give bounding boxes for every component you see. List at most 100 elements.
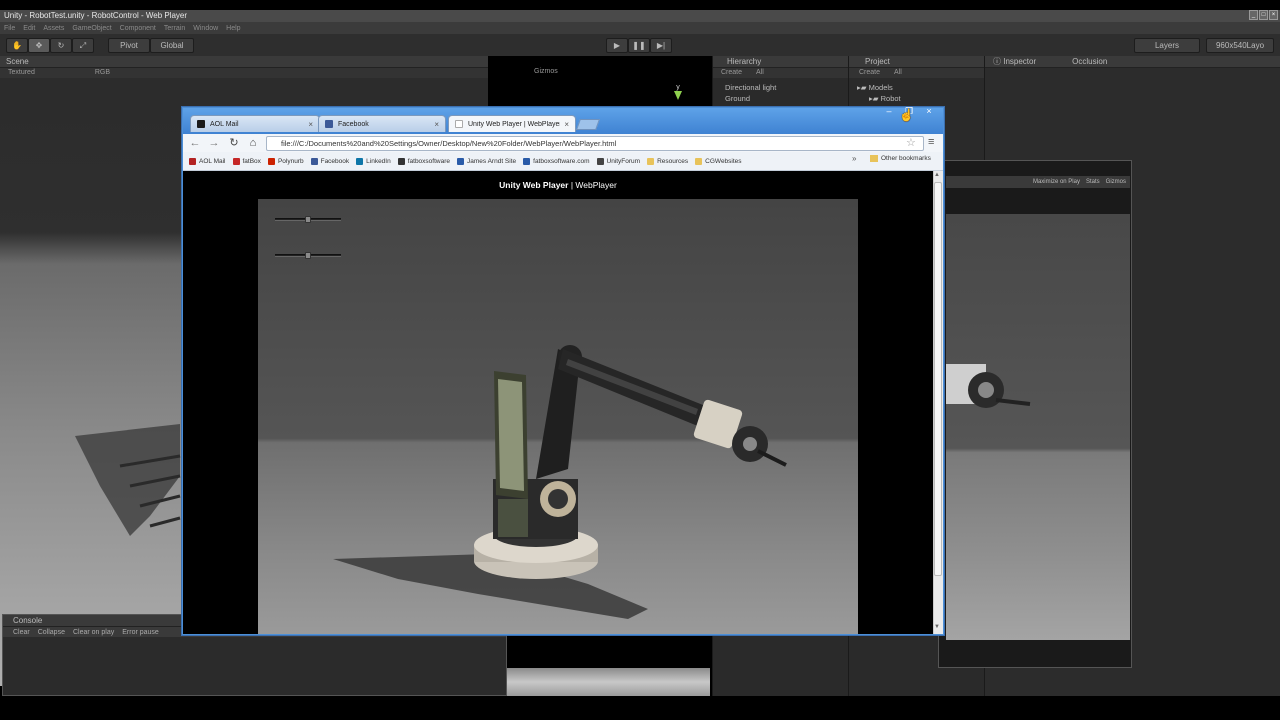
slider-thumb-2[interactable] <box>305 252 311 259</box>
rotate-tool-button[interactable]: ↻ <box>50 38 72 53</box>
folder-icon <box>870 155 878 162</box>
game-gizmos-toggle[interactable]: Gizmos <box>1106 179 1126 185</box>
bookmark-fatboxsoftware[interactable]: fatboxsoftware <box>397 157 450 165</box>
bookmark-facebook[interactable]: Facebook <box>310 157 350 165</box>
bookmark-star-icon[interactable]: ☆ <box>906 136 916 149</box>
bookmark-label: AOL Mail <box>199 157 226 165</box>
global-toggle[interactable]: Global <box>150 38 194 53</box>
menu-file[interactable]: File <box>4 25 15 32</box>
scale-tool-button[interactable]: ⤢ <box>72 38 94 53</box>
mouse-cursor-icon: ☝ <box>899 108 914 122</box>
project-create-button[interactable]: Create <box>859 68 880 78</box>
layers-dropdown[interactable]: Layers <box>1134 38 1200 53</box>
axis-gizmo-label: y <box>676 84 680 91</box>
menu-terrain[interactable]: Terrain <box>164 25 185 32</box>
stats-toggle[interactable]: Stats <box>1086 179 1100 185</box>
project-item-label: Models <box>868 83 893 92</box>
console-clear-on-play-button[interactable]: Clear on play <box>73 629 114 636</box>
console-collapse-button[interactable]: Collapse <box>38 629 65 636</box>
pivot-toggle[interactable]: Pivot <box>108 38 150 53</box>
bookmark-james-arndt[interactable]: James Arndt Site <box>457 157 516 165</box>
bookmark-fatboxsoftware-com[interactable]: fatboxsoftware.com <box>523 157 590 165</box>
scrollbar-thumb[interactable] <box>934 182 942 576</box>
other-bookmarks-folder[interactable]: Other bookmarks <box>870 155 931 162</box>
hierarchy-item[interactable]: Ground <box>725 93 848 104</box>
project-folder-robot[interactable]: ▸▰ Robot <box>857 93 984 104</box>
move-tool-button[interactable]: ✥ <box>28 38 50 53</box>
facebook-favicon-icon <box>325 120 333 128</box>
axis-gizmo[interactable]: y <box>672 84 684 104</box>
close-icon[interactable]: × <box>564 120 569 129</box>
hierarchy-search[interactable]: All <box>756 68 764 78</box>
console-clear-button[interactable]: Clear <box>13 629 30 636</box>
slider-thumb-1[interactable] <box>305 216 311 223</box>
hand-tool-button[interactable]: ✋ <box>6 38 28 53</box>
address-bar[interactable]: file:///C:/Documents%20and%20Settings/Ow… <box>266 136 924 151</box>
inspector-tabs: ⓘ Inspector Occlusion <box>985 56 1280 68</box>
bookmark-label: fatboxsoftware.com <box>533 157 590 165</box>
tab-inspector[interactable]: ⓘ Inspector <box>993 56 1036 67</box>
project-tab[interactable]: Project <box>849 56 984 68</box>
close-icon[interactable]: × <box>920 106 938 118</box>
new-tab-button[interactable] <box>575 119 601 130</box>
step-button[interactable]: ▶| <box>650 38 672 53</box>
pause-button[interactable]: ❚❚ <box>628 38 650 53</box>
play-button[interactable]: ▶ <box>606 38 628 53</box>
bookmark-label: fatboxsoftware <box>407 157 450 165</box>
bookmark-unityforum[interactable]: UnityForum <box>596 157 640 165</box>
minimize-icon[interactable]: _ <box>1249 10 1258 20</box>
home-button[interactable]: ⌂ <box>246 136 260 150</box>
project-folder-models[interactable]: ▸▰ Models <box>857 82 984 93</box>
menu-window[interactable]: Window <box>193 25 218 32</box>
hierarchy-tab[interactable]: Hierarchy <box>713 56 848 68</box>
bookmark-label: Facebook <box>320 157 350 165</box>
tab-occlusion[interactable]: Occlusion <box>1072 56 1107 67</box>
site-icon <box>457 157 464 165</box>
scroll-down-icon[interactable]: ▼ <box>934 624 940 630</box>
back-button[interactable]: ← <box>188 136 202 150</box>
menu-gameobject[interactable]: GameObject <box>72 25 111 32</box>
axis-arrow-icon <box>674 91 682 100</box>
bookmark-linkedin[interactable]: LinkedIn <box>356 157 391 165</box>
tab-aol-mail[interactable]: AOL Mail × <box>190 115 320 132</box>
menu-help[interactable]: Help <box>226 25 240 32</box>
maximize-on-play-toggle[interactable]: Maximize on Play <box>1033 179 1080 185</box>
tab-unity-web-player[interactable]: Unity Web Player | WebPlayer × <box>448 115 576 132</box>
console-error-pause-button[interactable]: Error pause <box>122 629 159 636</box>
maximize-icon[interactable]: □ <box>1259 10 1268 20</box>
project-tab-label: Project <box>865 57 890 66</box>
scroll-up-icon[interactable]: ▲ <box>934 172 940 178</box>
scene-gizmos[interactable]: Gizmos <box>534 68 558 75</box>
close-icon[interactable]: × <box>434 120 439 129</box>
close-icon[interactable]: × <box>308 120 313 129</box>
browser-menu-icon[interactable]: ≡ <box>928 136 934 148</box>
bookmark-resources[interactable]: Resources <box>647 157 688 165</box>
project-search[interactable]: All <box>894 68 902 78</box>
bookmark-polynurb[interactable]: Polynurb <box>267 157 304 165</box>
tab-facebook[interactable]: Facebook × <box>318 115 446 132</box>
unity-webplayer-canvas[interactable] <box>258 199 858 634</box>
menu-component[interactable]: Component <box>120 25 156 32</box>
bookmark-fatbox[interactable]: fatBox <box>232 157 261 165</box>
tab-label: Unity Web Player | WebPlayer <box>468 120 560 128</box>
close-icon[interactable]: × <box>1269 10 1278 20</box>
minimize-icon[interactable]: – <box>880 106 898 118</box>
layout-dropdown[interactable]: 960x540Layo <box>1206 38 1274 53</box>
other-bookmarks-label: Other bookmarks <box>881 155 931 162</box>
site-icon <box>523 157 531 165</box>
robot-arm-partial-graphic <box>946 364 1031 408</box>
info-icon: ⓘ <box>993 57 1004 66</box>
bookmark-cgwebsites[interactable]: CGWebsites <box>695 157 742 165</box>
hierarchy-item[interactable]: Directional light <box>725 82 848 93</box>
more-bookmarks-icon[interactable]: » <box>852 154 856 163</box>
hierarchy-create-button[interactable]: Create <box>721 68 742 78</box>
menu-edit[interactable]: Edit <box>23 25 35 32</box>
forward-button[interactable]: → <box>207 136 221 150</box>
reload-button[interactable]: ↻ <box>227 136 241 150</box>
gizmos-label: Gizmos <box>534 68 558 75</box>
menu-assets[interactable]: Assets <box>43 25 64 32</box>
back-arrow-icon: ← <box>189 137 201 149</box>
project-item-label: Robot <box>880 94 901 103</box>
game-view[interactable] <box>946 214 1130 640</box>
bookmark-aol-mail[interactable]: AOL Mail <box>189 157 226 165</box>
